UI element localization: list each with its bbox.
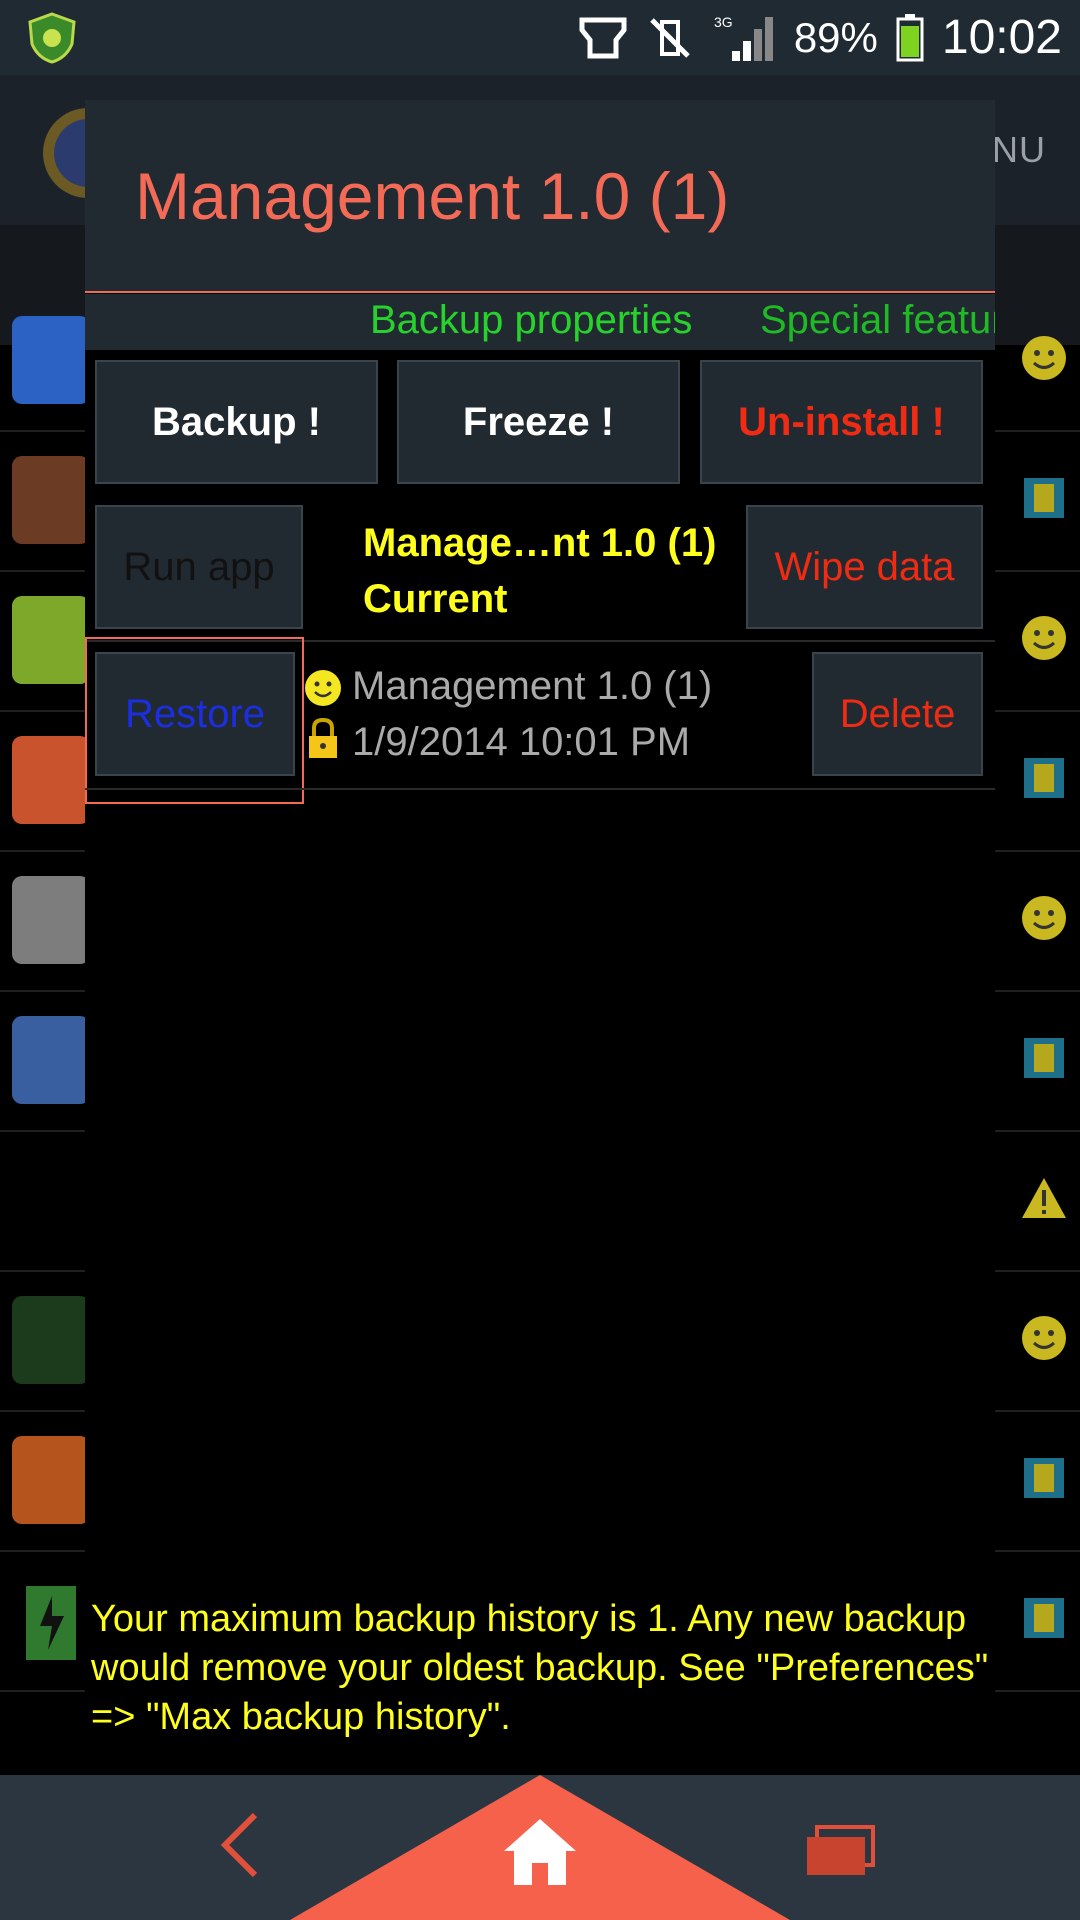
battery-icon [896,13,924,61]
freeze-button[interactable]: Freeze ! [397,360,680,484]
app-management-dialog: Management 1.0 (1) Backup properties Spe… [85,100,995,1750]
smiley-icon [1022,1316,1066,1360]
recent-apps-icon[interactable] [805,1825,877,1877]
current-app-name: Manage…nt 1.0 (1) [363,521,717,565]
vibrate-icon [650,17,690,58]
uninstall-button[interactable]: Un-install ! [700,360,983,484]
app-icon [12,1016,90,1104]
app-icon [12,596,90,684]
delete-button[interactable]: Delete [812,652,983,776]
navigation-bar [0,1775,1080,1920]
clock: 10:02 [941,11,1062,64]
title-divider [85,291,995,293]
tab-special-features[interactable]: Special features [760,298,995,343]
app-icon [12,876,90,964]
current-status: Current [363,577,508,621]
android-backup-icon [1024,1038,1064,1078]
backup-date: 1/9/2014 10:01 PM [352,720,691,764]
backup-entry: Management 1.0 (1) 1/9/2014 10:01 PM [352,658,712,770]
android-backup-icon [1024,1598,1064,1638]
svg-text:3G: 3G [714,14,733,30]
run-app-button[interactable]: Run app [95,505,303,629]
wipe-data-button[interactable]: Wipe data [746,505,983,629]
backup-name: Management 1.0 (1) [352,664,713,708]
app-icon [12,1296,90,1384]
backup-status-icons [303,668,343,764]
divider [85,788,995,790]
smiley-icon [1022,896,1066,940]
battery-percent: 89% [793,13,878,61]
back-icon[interactable] [215,1810,265,1880]
app-icon [12,736,90,824]
current-version-info: Manage…nt 1.0 (1) Current [363,515,743,627]
usb-debug-icon [579,17,627,58]
signal-icon: 3G [714,14,773,61]
warning-icon [1022,1178,1066,1218]
app-icon [12,456,90,544]
smiley-icon [1022,616,1066,660]
android-battery-icon [26,1586,76,1660]
dialog-header: Management 1.0 (1) [85,100,995,292]
android-backup-icon [1024,1458,1064,1498]
dialog-tabs: Backup properties Special features [85,294,995,350]
android-backup-icon [1024,758,1064,798]
backup-history-notice: Your maximum backup history is 1. Any ne… [91,1598,989,1738]
smiley-icon [305,670,341,706]
shield-app-icon [28,12,76,64]
backup-button[interactable]: Backup ! [95,360,378,484]
dialog-title: Management 1.0 (1) [135,159,730,233]
restore-button[interactable]: Restore [95,652,295,776]
tab-backup-properties[interactable]: Backup properties [370,298,692,343]
status-bar: 3G 89% 10:02 [0,0,1080,75]
lock-icon [309,717,337,758]
home-icon[interactable] [500,1815,580,1887]
app-icon [12,1436,90,1524]
android-backup-icon [1024,478,1064,518]
smiley-icon [1022,336,1066,380]
app-icon [12,316,90,404]
